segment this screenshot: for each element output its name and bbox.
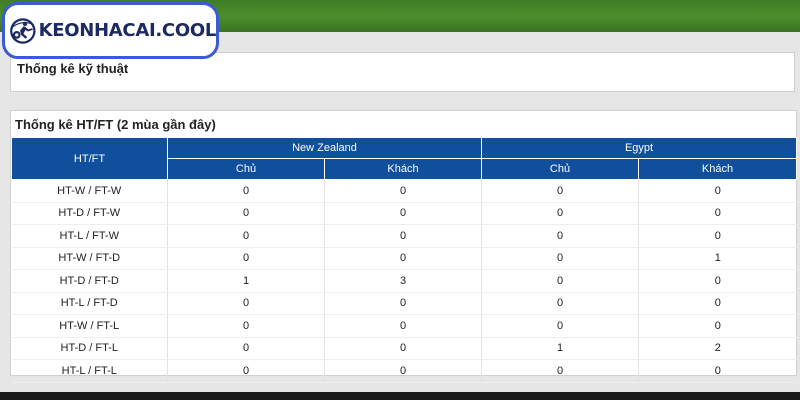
table-cell: 0 xyxy=(481,202,640,225)
site-logo[interactable]: KEONHACAI.COOL xyxy=(2,2,219,59)
htft-table-body: HT-W / FT-W 0 0 0 0 HT-D / FT-W 0 0 0 0 HT-L / FT-… xyxy=(11,179,797,383)
table-cell: 0 xyxy=(167,224,325,248)
table-cell: 0 xyxy=(324,337,483,360)
table-cell: 0 xyxy=(481,269,640,293)
table-cell: 0 xyxy=(481,224,640,248)
table-cell: 0 xyxy=(167,202,325,225)
table-cell: 0 xyxy=(324,247,483,270)
team-header-new-zealand: New Zealand xyxy=(166,137,483,159)
table-row: HT-D / FT-D 1 3 0 0 xyxy=(11,269,797,293)
table-cell: 0 xyxy=(324,359,483,383)
table-cell: 0 xyxy=(167,292,325,315)
table-cell: 0 xyxy=(167,247,325,270)
table-cell: 0 xyxy=(638,202,797,225)
table-cell: 1 xyxy=(481,337,640,360)
table-row: HT-W / FT-W 0 0 0 0 xyxy=(11,179,797,203)
soccer-player-ball-icon xyxy=(10,17,36,44)
table-cell: 3 xyxy=(324,269,483,293)
table-row: HT-W / FT-L 0 0 0 0 xyxy=(11,314,797,338)
row-label: HT-D / FT-W xyxy=(11,202,168,225)
table-row: HT-W / FT-D 0 0 0 1 xyxy=(11,247,797,270)
row-label: HT-L / FT-D xyxy=(11,292,168,315)
table-row: HT-D / FT-W 0 0 0 0 xyxy=(11,202,797,225)
table-cell: 0 xyxy=(481,179,640,203)
table-cell: 0 xyxy=(324,292,483,315)
table-cell: 0 xyxy=(167,314,325,338)
row-label: HT-L / FT-L xyxy=(11,359,168,383)
row-label: HT-D / FT-L xyxy=(11,337,168,360)
htft-stats-title: Thống kê HT/FT (2 mùa gần đây) xyxy=(15,117,216,132)
table-cell: 0 xyxy=(638,292,797,315)
htft-stats-panel: Thống kê HT/FT (2 mùa gần đây) HT/FT New… xyxy=(10,110,798,383)
table-row: HT-L / FT-W 0 0 0 0 xyxy=(11,224,797,248)
table-cell: 0 xyxy=(638,359,797,383)
table-cell: 0 xyxy=(638,269,797,293)
table-cell: 0 xyxy=(324,179,483,203)
subheader-away: Khách xyxy=(323,158,483,180)
row-label: HT-W / FT-W xyxy=(11,179,168,203)
table-cell: 0 xyxy=(481,292,640,315)
table-cell: 0 xyxy=(324,224,483,248)
table-cell: 0 xyxy=(481,314,640,338)
table-cell: 1 xyxy=(167,269,325,293)
table-row: HT-L / FT-D 0 0 0 0 xyxy=(11,292,797,315)
logo-text: KEONHACAI.COOL xyxy=(38,20,217,41)
subheader-home: Chủ xyxy=(167,158,325,180)
technical-stats-title: Thống kê kỹ thuật xyxy=(17,61,129,76)
table-cell: 0 xyxy=(638,224,797,248)
table-cell: 0 xyxy=(167,359,325,383)
table-cell: 0 xyxy=(481,359,640,383)
table-cell: 0 xyxy=(638,314,797,338)
column-header-htft: HT/FT xyxy=(11,137,168,180)
row-label: HT-W / FT-L xyxy=(11,314,168,338)
table-row: HT-L / FT-L 0 0 0 0 xyxy=(11,359,797,383)
table-cell: 1 xyxy=(638,247,797,270)
bottom-bar xyxy=(0,392,800,400)
subheader-home: Chủ xyxy=(481,158,640,180)
row-label: HT-W / FT-D xyxy=(11,247,168,270)
htft-table: HT/FT New Zealand Egypt Chủ Khách Chủ Kh… xyxy=(11,137,798,383)
table-cell: 2 xyxy=(638,337,797,360)
team-header-egypt: Egypt xyxy=(481,137,798,159)
row-label: HT-L / FT-W xyxy=(11,224,168,248)
table-cell: 0 xyxy=(324,314,483,338)
table-cell: 0 xyxy=(167,179,325,203)
subheader-away: Khách xyxy=(638,158,798,180)
table-cell: 0 xyxy=(324,202,483,225)
row-label: HT-D / FT-D xyxy=(11,269,168,293)
table-cell: 0 xyxy=(167,337,325,360)
table-cell: 0 xyxy=(481,247,640,270)
table-row: HT-D / FT-L 0 0 1 2 xyxy=(11,337,797,360)
table-cell: 0 xyxy=(638,179,797,203)
